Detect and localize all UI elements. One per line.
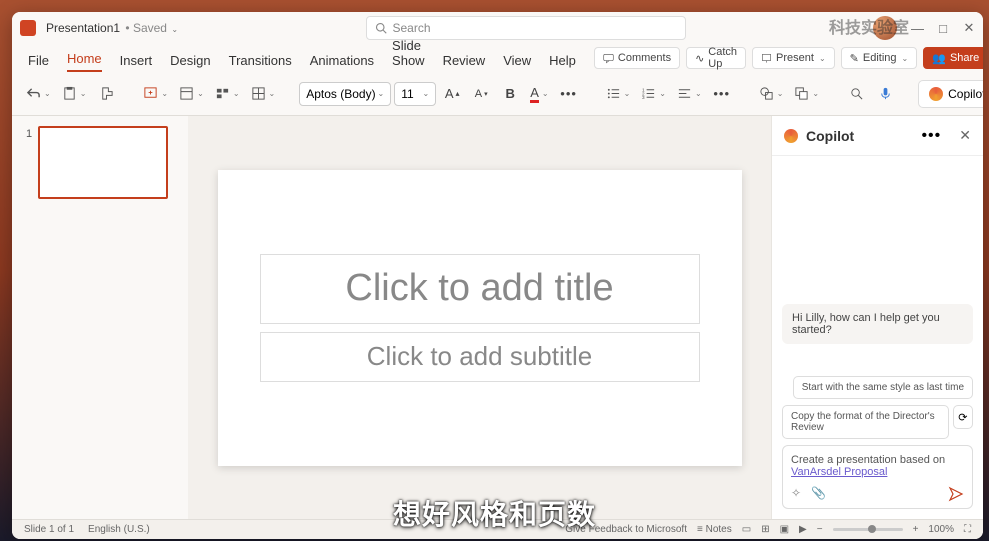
layout-button[interactable]: ⌄ bbox=[175, 80, 208, 108]
minimize-button[interactable]: — bbox=[911, 21, 923, 36]
table-button[interactable]: ⌄ bbox=[247, 80, 280, 108]
bullets-button[interactable]: ⌄ bbox=[602, 80, 635, 108]
fit-button[interactable]: ⛶ bbox=[964, 524, 971, 535]
menu-slide-show[interactable]: Slide Show bbox=[392, 38, 425, 72]
find-button[interactable] bbox=[843, 80, 869, 108]
app-icon bbox=[20, 20, 36, 36]
zoom-level[interactable]: 100% bbox=[928, 524, 954, 535]
paste-button[interactable]: ⌄ bbox=[58, 80, 91, 108]
present-button[interactable]: Present⌄ bbox=[752, 47, 835, 69]
more-font-button[interactable]: ••• bbox=[556, 80, 582, 108]
menu-file[interactable]: File bbox=[28, 53, 49, 72]
language-status[interactable]: English (U.S.) bbox=[88, 524, 150, 535]
format-painter-button[interactable] bbox=[93, 80, 119, 108]
document-title[interactable]: Presentation1 • Saved ⌄ bbox=[46, 21, 178, 35]
menu-bar: File Home Insert Design Transitions Animation… bbox=[12, 44, 983, 72]
menu-help[interactable]: Help bbox=[549, 53, 576, 72]
copilot-close-button[interactable]: ✕ bbox=[959, 127, 971, 144]
zoom-out-button[interactable]: − bbox=[817, 524, 823, 535]
search-input[interactable]: Search bbox=[366, 16, 686, 40]
notes-button[interactable]: ≡ Notes bbox=[697, 524, 732, 535]
copilot-pane: Copilot ••• ✕ Hi Lilly, how can I help g… bbox=[771, 116, 983, 519]
more-para-button[interactable]: ••• bbox=[709, 80, 735, 108]
menu-transitions[interactable]: Transitions bbox=[229, 53, 292, 72]
numbering-button[interactable]: 123⌄ bbox=[637, 80, 670, 108]
dictate-button[interactable] bbox=[872, 80, 898, 108]
search-icon bbox=[375, 22, 387, 34]
refresh-suggestions-button[interactable]: ⟳ bbox=[953, 405, 973, 429]
slide-thumbnail-1[interactable] bbox=[38, 126, 168, 199]
copilot-greeting: Hi Lilly, how can I help get you started… bbox=[782, 304, 973, 344]
copilot-suggestion-1[interactable]: Start with the same style as last time bbox=[793, 376, 973, 399]
view-normal-button[interactable]: ▭ bbox=[742, 524, 751, 535]
compose-reference-link[interactable]: VanArsdel Proposal bbox=[791, 466, 887, 478]
copilot-button[interactable]: Copilot bbox=[918, 80, 983, 108]
decrease-font-button[interactable]: A▾ bbox=[468, 80, 494, 108]
send-cursor-icon bbox=[948, 486, 964, 502]
section-button[interactable]: ⌄ bbox=[211, 80, 244, 108]
attach-icon[interactable]: 📎 bbox=[811, 486, 826, 500]
increase-font-button[interactable]: A▴ bbox=[439, 80, 465, 108]
zoom-slider[interactable] bbox=[833, 528, 903, 531]
menu-animations[interactable]: Animations bbox=[310, 53, 374, 72]
comments-button[interactable]: Comments bbox=[594, 47, 680, 69]
view-reading-button[interactable]: ▣ bbox=[780, 524, 789, 535]
menu-home[interactable]: Home bbox=[67, 51, 102, 72]
font-size-select[interactable]: 11⌄ bbox=[394, 82, 436, 106]
zoom-in-button[interactable]: + bbox=[913, 524, 919, 535]
slide-counter[interactable]: Slide 1 of 1 bbox=[24, 524, 74, 535]
menu-view[interactable]: View bbox=[503, 53, 531, 72]
close-button[interactable]: ✕ bbox=[963, 20, 975, 36]
sparkle-icon[interactable]: ✧ bbox=[791, 486, 801, 500]
bold-button[interactable]: B bbox=[497, 80, 523, 108]
catchup-button[interactable]: ∿Catch Up bbox=[686, 47, 746, 69]
font-select[interactable]: Aptos (Body)⌄ bbox=[299, 82, 391, 106]
title-placeholder[interactable]: Click to add title bbox=[260, 254, 700, 324]
ribbon: ⌄ ⌄ ⌄ ⌄ ⌄ ⌄ Aptos (Body)⌄ 11⌄ A▴ A▾ B A⌄… bbox=[12, 72, 983, 116]
editing-button[interactable]: ✎Editing⌄ bbox=[841, 47, 918, 69]
subtitle-placeholder[interactable]: Click to add subtitle bbox=[260, 332, 700, 382]
view-slideshow-button[interactable]: ▶ bbox=[799, 524, 807, 535]
undo-button[interactable]: ⌄ bbox=[22, 80, 55, 108]
view-sorter-button[interactable]: ⊞ bbox=[761, 524, 769, 535]
menu-insert[interactable]: Insert bbox=[120, 53, 153, 72]
copilot-title: Copilot bbox=[806, 128, 913, 144]
copilot-suggestion-2[interactable]: Copy the format of the Director's Review bbox=[782, 405, 949, 439]
share-button[interactable]: 👥Share⌄ bbox=[923, 47, 983, 69]
slide-thumbnails: 1 bbox=[12, 116, 188, 519]
menu-design[interactable]: Design bbox=[170, 53, 210, 72]
align-button[interactable]: ⌄ bbox=[673, 80, 706, 108]
font-color-button[interactable]: A⌄ bbox=[526, 80, 552, 108]
arrange-button[interactable]: ⌄ bbox=[790, 80, 823, 108]
slide-canvas: Click to add title Click to add subtitle bbox=[188, 116, 771, 519]
menu-review[interactable]: Review bbox=[443, 53, 486, 72]
maximize-button[interactable]: □ bbox=[937, 21, 949, 36]
watermark: 科技实验室 bbox=[829, 14, 909, 38]
shapes-button[interactable]: ⌄ bbox=[755, 80, 788, 108]
copilot-icon bbox=[929, 87, 943, 101]
slide[interactable]: Click to add title Click to add subtitle bbox=[218, 170, 742, 466]
copilot-compose-input[interactable]: Create a presentation based on VanArsdel… bbox=[782, 445, 973, 509]
copilot-more-button[interactable]: ••• bbox=[921, 127, 941, 145]
video-caption: 想好风格和页数 bbox=[393, 493, 596, 533]
svg-text:3: 3 bbox=[642, 95, 645, 100]
new-slide-button[interactable]: ⌄ bbox=[139, 80, 172, 108]
copilot-icon bbox=[784, 129, 798, 143]
thumbnail-number: 1 bbox=[26, 126, 32, 199]
